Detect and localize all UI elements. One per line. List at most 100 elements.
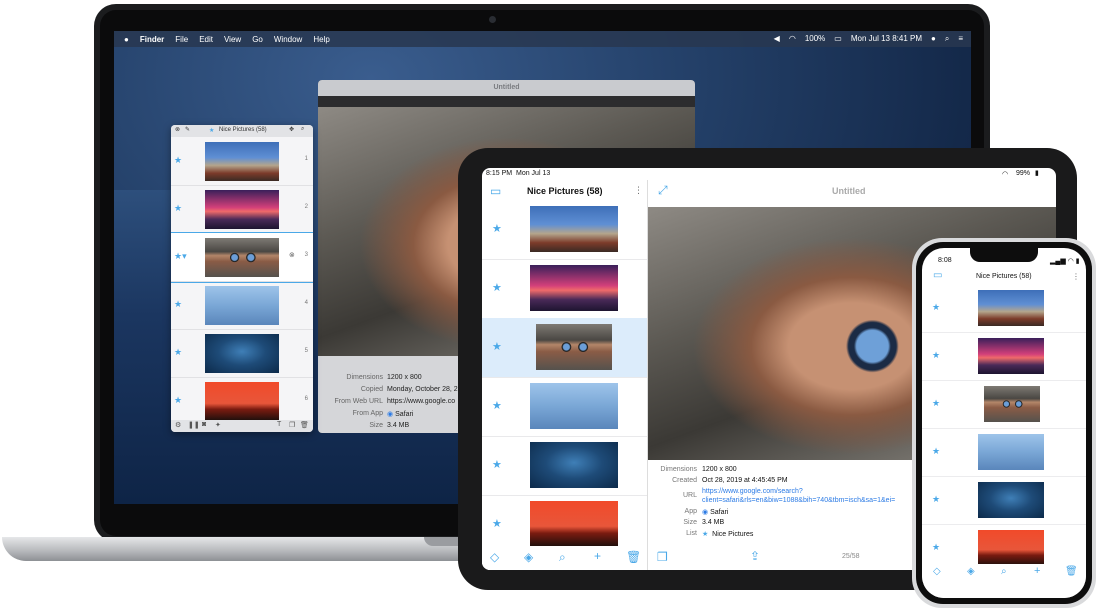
list-item[interactable]: ★ 1 [171, 137, 313, 186]
text-icon[interactable]: T [277, 421, 281, 428]
meta-url-line1[interactable]: https://www.google.com/search? [702, 488, 803, 495]
spotlight-icon[interactable]: ⌕ [945, 34, 949, 44]
star-icon[interactable]: ★ [492, 340, 502, 353]
list-item[interactable]: ★ 5 [171, 329, 313, 378]
ipad-list-title[interactable]: Nice Pictures (58) [527, 186, 603, 196]
menu-window[interactable]: Window [274, 35, 302, 44]
more-icon[interactable]: ⋮ [1072, 272, 1080, 281]
star-icon[interactable]: ★ [174, 155, 182, 166]
star-edit-icon[interactable]: ✦ [215, 421, 221, 429]
share-icon[interactable]: ⇪ [750, 549, 760, 563]
star-icon[interactable]: ★ [932, 446, 940, 457]
meta-value: ◉ Safari [702, 508, 728, 516]
copy-icon[interactable]: ❐ [289, 421, 295, 429]
search-icon[interactable]: ⌕ [301, 126, 304, 133]
list-item[interactable]: ★ [922, 284, 1086, 333]
menu-edit[interactable]: Edit [199, 35, 213, 44]
menu-file[interactable]: File [175, 35, 188, 44]
gear-icon[interactable]: ⚙ [175, 421, 181, 429]
more-icon[interactable]: ⋮ [634, 185, 643, 196]
thumbnail [978, 338, 1044, 374]
volume-icon[interactable]: ◀ [774, 34, 780, 44]
star-icon[interactable]: ★ [932, 350, 940, 361]
list-item[interactable]: ★ [922, 476, 1086, 525]
ipad-list-toolbar: ◇ ◈ ⌕ + 🗑 [482, 546, 647, 570]
star-icon[interactable]: ★ [492, 281, 502, 294]
sidebar-icon[interactable]: ▭ [490, 184, 501, 198]
tag-filled-icon[interactable]: ◈ [524, 550, 533, 564]
trash-icon[interactable]: 🗑 [1065, 566, 1078, 577]
star-icon[interactable]: ★ [932, 398, 940, 409]
search-icon[interactable]: ⌕ [1001, 566, 1007, 577]
user-icon[interactable]: ● [931, 34, 936, 44]
list-item-selected[interactable]: ★▾ ⊗ 3 [171, 232, 313, 283]
list-panel-header: ⊗ ✎ ★ Nice Pictures (58) ✥ ⌕ [171, 125, 313, 137]
pause-icon[interactable]: ❚❚ [188, 421, 200, 429]
menu-go[interactable]: Go [252, 35, 263, 44]
tag-filled-icon[interactable]: ◈ [967, 566, 975, 577]
star-icon[interactable]: ★ [492, 399, 502, 412]
close-icon[interactable]: ⊗ [289, 251, 295, 259]
list-item[interactable]: ★ 4 [171, 281, 313, 330]
list-item-selected[interactable]: ★ [482, 318, 647, 378]
copy-icon[interactable]: ❐ [657, 550, 668, 564]
wifi-icon[interactable]: ◠ [789, 34, 796, 44]
meta-url-line2[interactable]: client=safari&rls=en&biw=1088&bih=740&tb… [702, 497, 895, 504]
star-icon[interactable]: ★ [492, 458, 502, 471]
star-icon[interactable]: ★ [932, 494, 940, 505]
ipad-detail-title: Untitled [832, 186, 866, 196]
item-number: 3 [304, 252, 308, 258]
search-icon[interactable]: ⌕ [559, 550, 566, 565]
star-icon[interactable]: ★ [174, 203, 182, 214]
tag-icon[interactable]: ◇ [490, 550, 499, 564]
list-item[interactable]: ★ [482, 377, 647, 437]
menu-view[interactable]: View [224, 35, 241, 44]
star-icon[interactable]: ★▾ [174, 251, 187, 262]
star-icon[interactable]: ★ [492, 517, 502, 530]
battery-icon: ▮ [1035, 170, 1039, 177]
list-item[interactable]: ★ [922, 428, 1086, 477]
iphone-screen: 8:08 ▂▄▆ ◠ ▮ ▭ Nice Pictures (58) ⋮ ★ ★ … [922, 248, 1086, 598]
meta-value[interactable]: https://www.google.co [387, 398, 455, 405]
add-icon[interactable]: + [1034, 565, 1040, 577]
menu-finder[interactable]: Finder [140, 35, 164, 44]
item-number: 1 [304, 156, 308, 162]
thumbnail [978, 290, 1044, 326]
tag-icon[interactable]: ◇ [933, 566, 941, 577]
list-item[interactable]: ★ [482, 200, 647, 260]
item-number: 2 [304, 204, 308, 210]
trash-icon[interactable]: 🗑 [300, 421, 309, 429]
apple-icon[interactable]: ● [124, 35, 129, 44]
sidebar-icon[interactable]: ▭ [933, 270, 942, 281]
list-item[interactable]: ★ 2 [171, 185, 313, 234]
status-time: 8:15 PM [486, 170, 513, 177]
menubar-clock[interactable]: Mon Jul 13 8:41 PM [851, 34, 922, 44]
move-icon[interactable]: ✥ [289, 126, 294, 133]
thumbnail [978, 530, 1044, 566]
star-icon[interactable]: ★ [932, 542, 940, 553]
status-date: Mon Jul 13 [516, 170, 551, 177]
expand-icon[interactable]: ⤢ [658, 183, 668, 198]
star-icon[interactable]: ★ [174, 299, 182, 310]
close-icon[interactable]: ⊗ [175, 126, 180, 133]
pin-icon[interactable]: ✎ [185, 126, 190, 133]
list-item[interactable]: ★ [922, 380, 1086, 429]
battery-icon[interactable]: ▭ [834, 34, 842, 44]
list-panel-title[interactable]: Nice Pictures (58) [219, 127, 267, 133]
list-item[interactable]: ★ [922, 332, 1086, 381]
thumbnail [530, 501, 618, 547]
star-icon[interactable]: ★ [932, 302, 940, 313]
menu-help[interactable]: Help [313, 35, 329, 44]
iphone-list-title[interactable]: Nice Pictures (58) [976, 273, 1032, 280]
meta-key: Size [683, 519, 697, 526]
camera-icon[interactable]: ◙ [202, 421, 206, 428]
add-icon[interactable]: + [594, 549, 601, 563]
control-center-icon[interactable]: ≡ [958, 34, 963, 44]
star-icon[interactable]: ★ [174, 347, 182, 358]
star-icon[interactable]: ★ [492, 222, 502, 235]
trash-icon[interactable]: 🗑 [626, 550, 641, 564]
list-item[interactable]: ★ [482, 436, 647, 496]
list-item[interactable]: ★ 6 [171, 377, 313, 421]
list-item[interactable]: ★ [482, 259, 647, 319]
star-icon[interactable]: ★ [174, 395, 182, 406]
